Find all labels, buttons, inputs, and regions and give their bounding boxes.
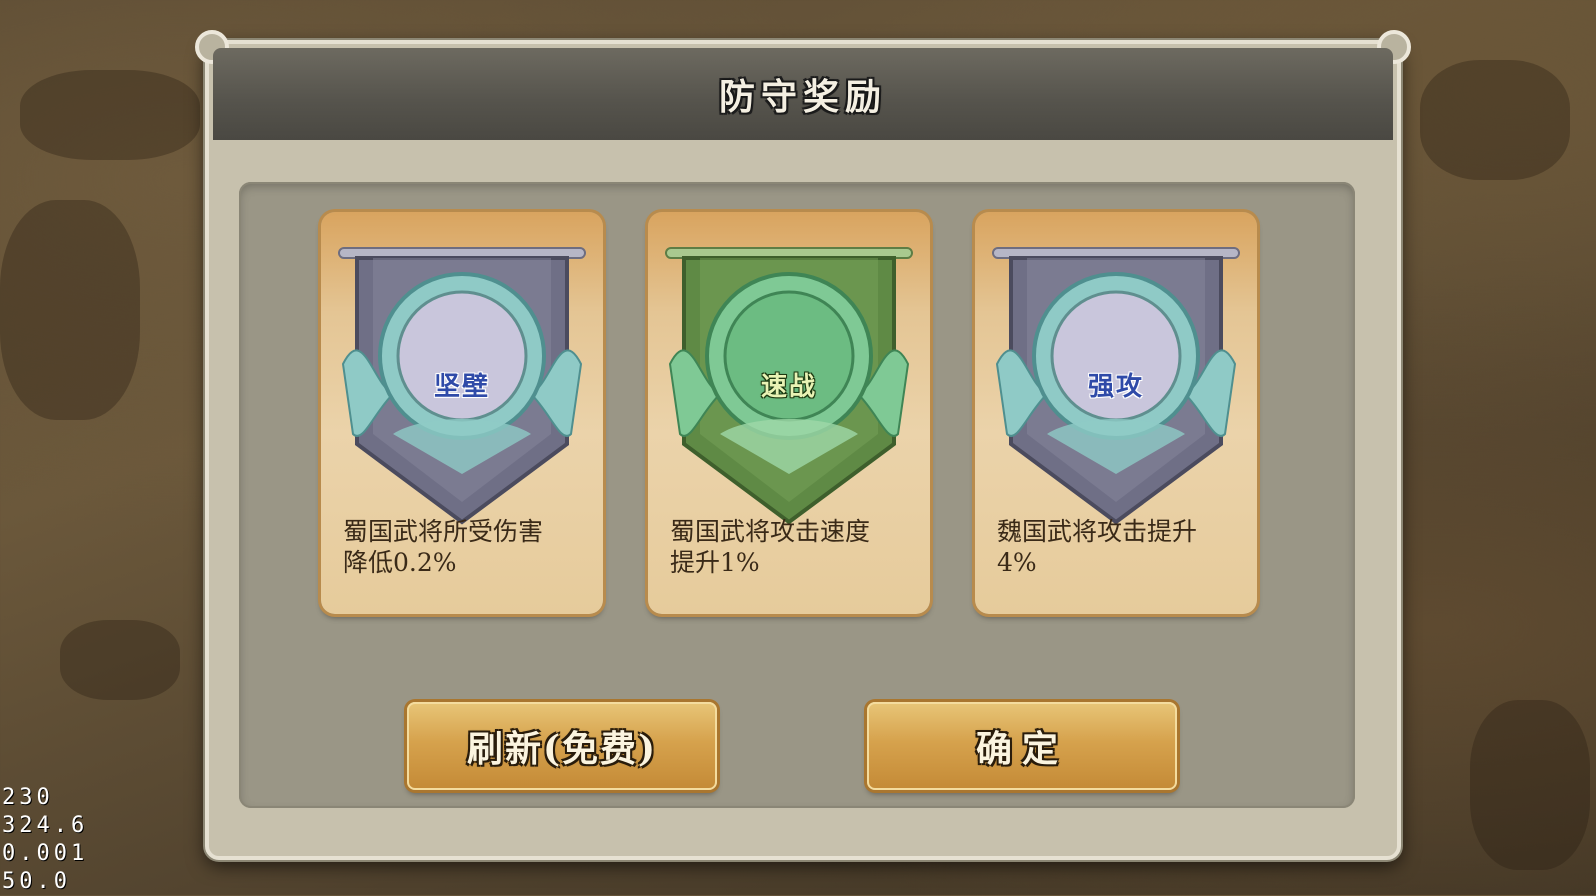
debug-stat: 324.6 <box>2 813 89 838</box>
refresh-free-button[interactable]: 刷新(免费) <box>407 702 717 790</box>
reward-card-suzhan[interactable]: 速战 蜀国武将攻击速度 提升1% <box>648 212 930 614</box>
defense-reward-dialog: 防守奖励 坚壁 蜀国武将所受伤害 降低0.2% 速战 蜀国武将攻击速度 提升1%… <box>195 30 1411 860</box>
banner-icon: 坚壁 <box>333 244 591 534</box>
reward-area: 坚壁 蜀国武将所受伤害 降低0.2% 速战 蜀国武将攻击速度 提升1% 强攻 魏… <box>239 182 1355 808</box>
banner-icon: 强攻 <box>987 244 1245 534</box>
emblem-label: 坚壁 <box>433 372 490 402</box>
dialog-title: 防守奖励 <box>718 76 887 118</box>
banner-icon: 速战 <box>660 244 918 534</box>
emblem-label: 速战 <box>760 372 817 402</box>
confirm-button[interactable]: 确定 <box>867 702 1177 790</box>
card-description: 蜀国武将所受伤害 降低0.2% <box>343 517 544 577</box>
card-description: 蜀国武将攻击速度 提升1% <box>670 517 871 577</box>
debug-stat: 50.0 <box>2 869 71 894</box>
reward-card-jianbi[interactable]: 坚壁 蜀国武将所受伤害 降低0.2% <box>321 212 603 614</box>
debug-stat: 230 <box>2 785 54 810</box>
reward-card-qianggong[interactable]: 强攻 魏国武将攻击提升 4% <box>975 212 1257 614</box>
emblem-label: 强攻 <box>1087 372 1144 402</box>
debug-stat: 0.001 <box>2 841 89 866</box>
debug-stats-overlay: 230 324.6 0.001 50.0 <box>2 784 88 896</box>
card-description: 魏国武将攻击提升 4% <box>997 517 1198 577</box>
title-bar: 防守奖励 <box>213 48 1393 140</box>
